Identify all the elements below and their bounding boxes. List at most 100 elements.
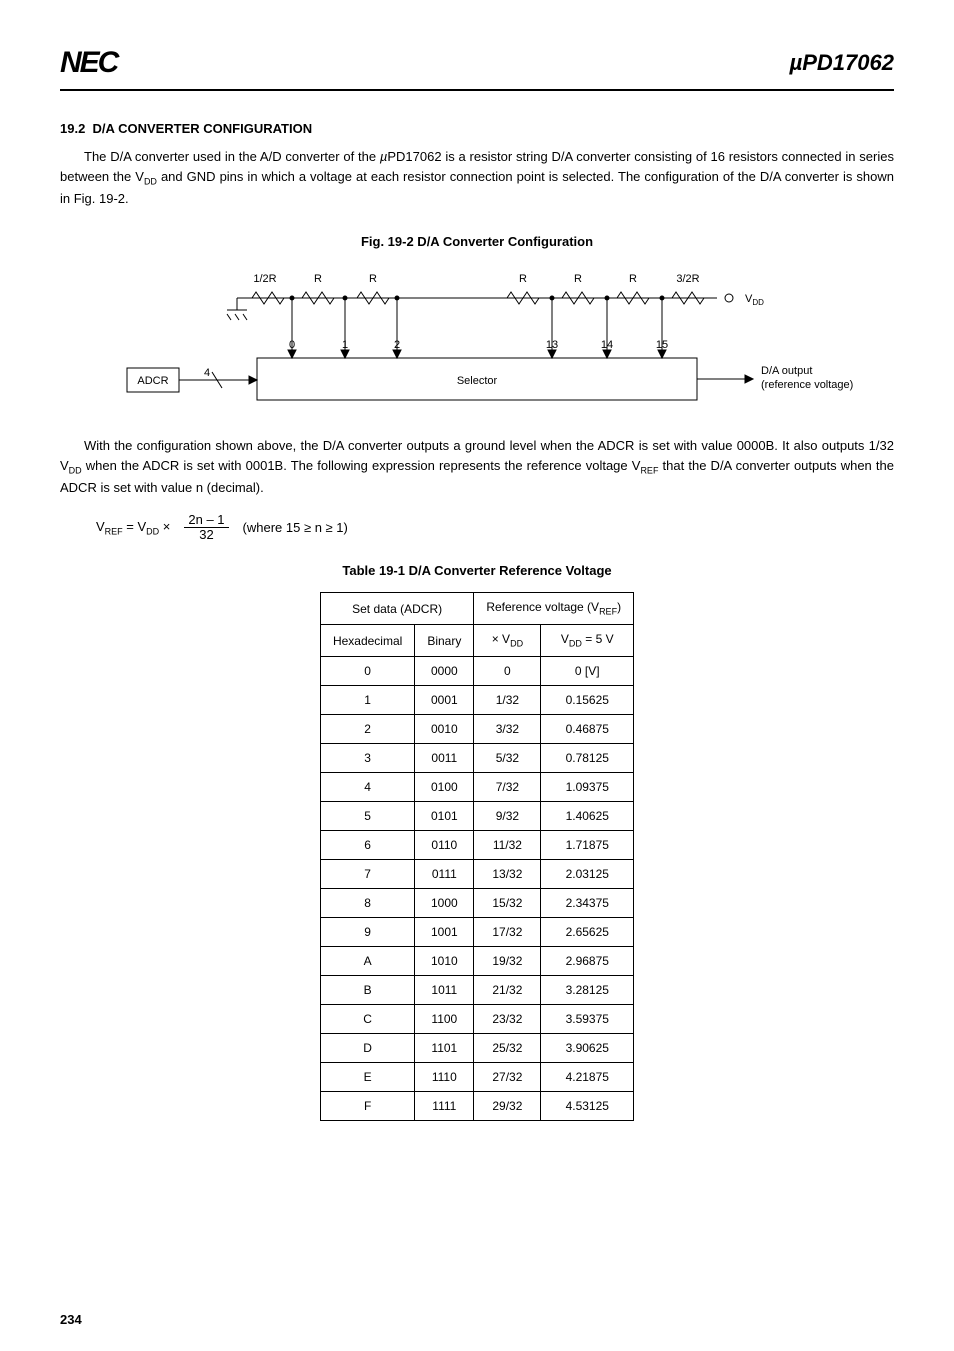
cell-bin: 1111 xyxy=(415,1092,474,1121)
cell-hex: 0 xyxy=(320,657,414,686)
table-caption: Table 19-1 D/A Converter Reference Volta… xyxy=(60,561,894,581)
th-set-data: Set data (ADCR) xyxy=(320,593,473,625)
tap-14: 14 xyxy=(601,339,613,351)
tap-1: 1 xyxy=(342,339,348,351)
cell-xvdd: 5/32 xyxy=(474,744,541,773)
table-row: 9100117/322.65625 xyxy=(320,918,633,947)
cell-xvdd: 13/32 xyxy=(474,860,541,889)
label-out1: D/A output xyxy=(761,365,812,377)
logo: NEC xyxy=(60,40,117,85)
mu-glyph: µ xyxy=(790,50,803,75)
formula: VREF = VDD × 2n – 1 32 (where 15 ≥ n ≥ 1… xyxy=(96,513,894,543)
cell-v: 0.46875 xyxy=(541,715,634,744)
label-r1: R xyxy=(314,273,322,285)
tap-13: 13 xyxy=(546,339,558,351)
cell-bin: 0110 xyxy=(415,831,474,860)
section-heading: 19.2 D/A CONVERTER CONFIGURATION xyxy=(60,119,894,139)
cell-v: 2.03125 xyxy=(541,860,634,889)
page-number: 234 xyxy=(60,1310,82,1330)
da-converter-diagram: 1/2R R R R R R 3/2R VDD 0 1 2 13 14 15 A… xyxy=(67,268,887,418)
table-row: C110023/323.59375 xyxy=(320,1005,633,1034)
cell-bin: 1010 xyxy=(415,947,474,976)
dac-reference-table: Set data (ADCR) Reference voltage (VREF)… xyxy=(320,592,634,1121)
cell-hex: C xyxy=(320,1005,414,1034)
cell-xvdd: 9/32 xyxy=(474,802,541,831)
cell-hex: A xyxy=(320,947,414,976)
cell-v: 0.78125 xyxy=(541,744,634,773)
page-header: NEC µPD17062 xyxy=(60,40,894,91)
cell-hex: 6 xyxy=(320,831,414,860)
cell-xvdd: 1/32 xyxy=(474,686,541,715)
cell-bin: 1001 xyxy=(415,918,474,947)
body-paragraph-2: With the configuration shown above, the … xyxy=(60,436,894,500)
cell-bin: 0111 xyxy=(415,860,474,889)
table-wrap: Set data (ADCR) Reference voltage (VREF)… xyxy=(60,592,894,1121)
th-hex: Hexadecimal xyxy=(320,625,414,657)
product-code: µPD17062 xyxy=(790,46,894,79)
cell-v: 3.90625 xyxy=(541,1034,634,1063)
tap-0: 0 xyxy=(289,339,295,351)
cell-hex: E xyxy=(320,1063,414,1092)
cell-hex: 4 xyxy=(320,773,414,802)
table-row: 401007/321.09375 xyxy=(320,773,633,802)
cell-hex: 9 xyxy=(320,918,414,947)
table-row: 7011113/322.03125 xyxy=(320,860,633,889)
table-row: A101019/322.96875 xyxy=(320,947,633,976)
label-out2: (reference voltage) xyxy=(761,379,853,391)
cell-hex: 1 xyxy=(320,686,414,715)
cell-bin: 0000 xyxy=(415,657,474,686)
cell-v: 3.59375 xyxy=(541,1005,634,1034)
th-vdd5: VDD = 5 V xyxy=(541,625,634,657)
cell-xvdd: 25/32 xyxy=(474,1034,541,1063)
cell-v: 1.40625 xyxy=(541,802,634,831)
cell-xvdd: 3/32 xyxy=(474,715,541,744)
label-r2: R xyxy=(369,273,377,285)
cell-v: 2.34375 xyxy=(541,889,634,918)
label-adcr-width: 4 xyxy=(204,367,210,379)
section-number: 19.2 xyxy=(60,121,85,136)
cell-xvdd: 11/32 xyxy=(474,831,541,860)
table-row: 8100015/322.34375 xyxy=(320,889,633,918)
cell-xvdd: 0 xyxy=(474,657,541,686)
cell-v: 0 [V] xyxy=(541,657,634,686)
tap-15: 15 xyxy=(656,339,668,351)
formula-where: (where 15 ≥ n ≥ 1) xyxy=(243,518,348,538)
formula-lhs: VREF = VDD × xyxy=(96,517,170,539)
cell-v: 4.53125 xyxy=(541,1092,634,1121)
cell-hex: 3 xyxy=(320,744,414,773)
label-r-half: 1/2R xyxy=(253,273,276,285)
th-ref-voltage: Reference voltage (VREF) xyxy=(474,593,634,625)
cell-hex: F xyxy=(320,1092,414,1121)
cell-xvdd: 17/32 xyxy=(474,918,541,947)
cell-hex: 7 xyxy=(320,860,414,889)
cell-v: 1.71875 xyxy=(541,831,634,860)
label-r-32: 3/2R xyxy=(676,273,699,285)
cell-hex: D xyxy=(320,1034,414,1063)
cell-bin: 1101 xyxy=(415,1034,474,1063)
cell-xvdd: 15/32 xyxy=(474,889,541,918)
table-row: 300115/320.78125 xyxy=(320,744,633,773)
cell-bin: 0010 xyxy=(415,715,474,744)
cell-bin: 1011 xyxy=(415,976,474,1005)
label-selector: Selector xyxy=(457,375,498,387)
cell-xvdd: 23/32 xyxy=(474,1005,541,1034)
cell-xvdd: 7/32 xyxy=(474,773,541,802)
table-row: F111129/324.53125 xyxy=(320,1092,633,1121)
table-row: 100011/320.15625 xyxy=(320,686,633,715)
th-bin: Binary xyxy=(415,625,474,657)
table-row: 200103/320.46875 xyxy=(320,715,633,744)
cell-v: 3.28125 xyxy=(541,976,634,1005)
table-row: 6011011/321.71875 xyxy=(320,831,633,860)
label-vdd: VDD xyxy=(745,293,764,307)
table-row: 501019/321.40625 xyxy=(320,802,633,831)
cell-v: 0.15625 xyxy=(541,686,634,715)
cell-xvdd: 21/32 xyxy=(474,976,541,1005)
cell-bin: 0100 xyxy=(415,773,474,802)
cell-hex: 8 xyxy=(320,889,414,918)
figure-diagram: 1/2R R R R R R 3/2R VDD 0 1 2 13 14 15 A… xyxy=(60,268,894,418)
label-r4: R xyxy=(574,273,582,285)
figure-caption: Fig. 19-2 D/A Converter Configuration xyxy=(60,232,894,252)
label-r3: R xyxy=(519,273,527,285)
cell-bin: 0001 xyxy=(415,686,474,715)
th-xvdd: × VDD xyxy=(474,625,541,657)
